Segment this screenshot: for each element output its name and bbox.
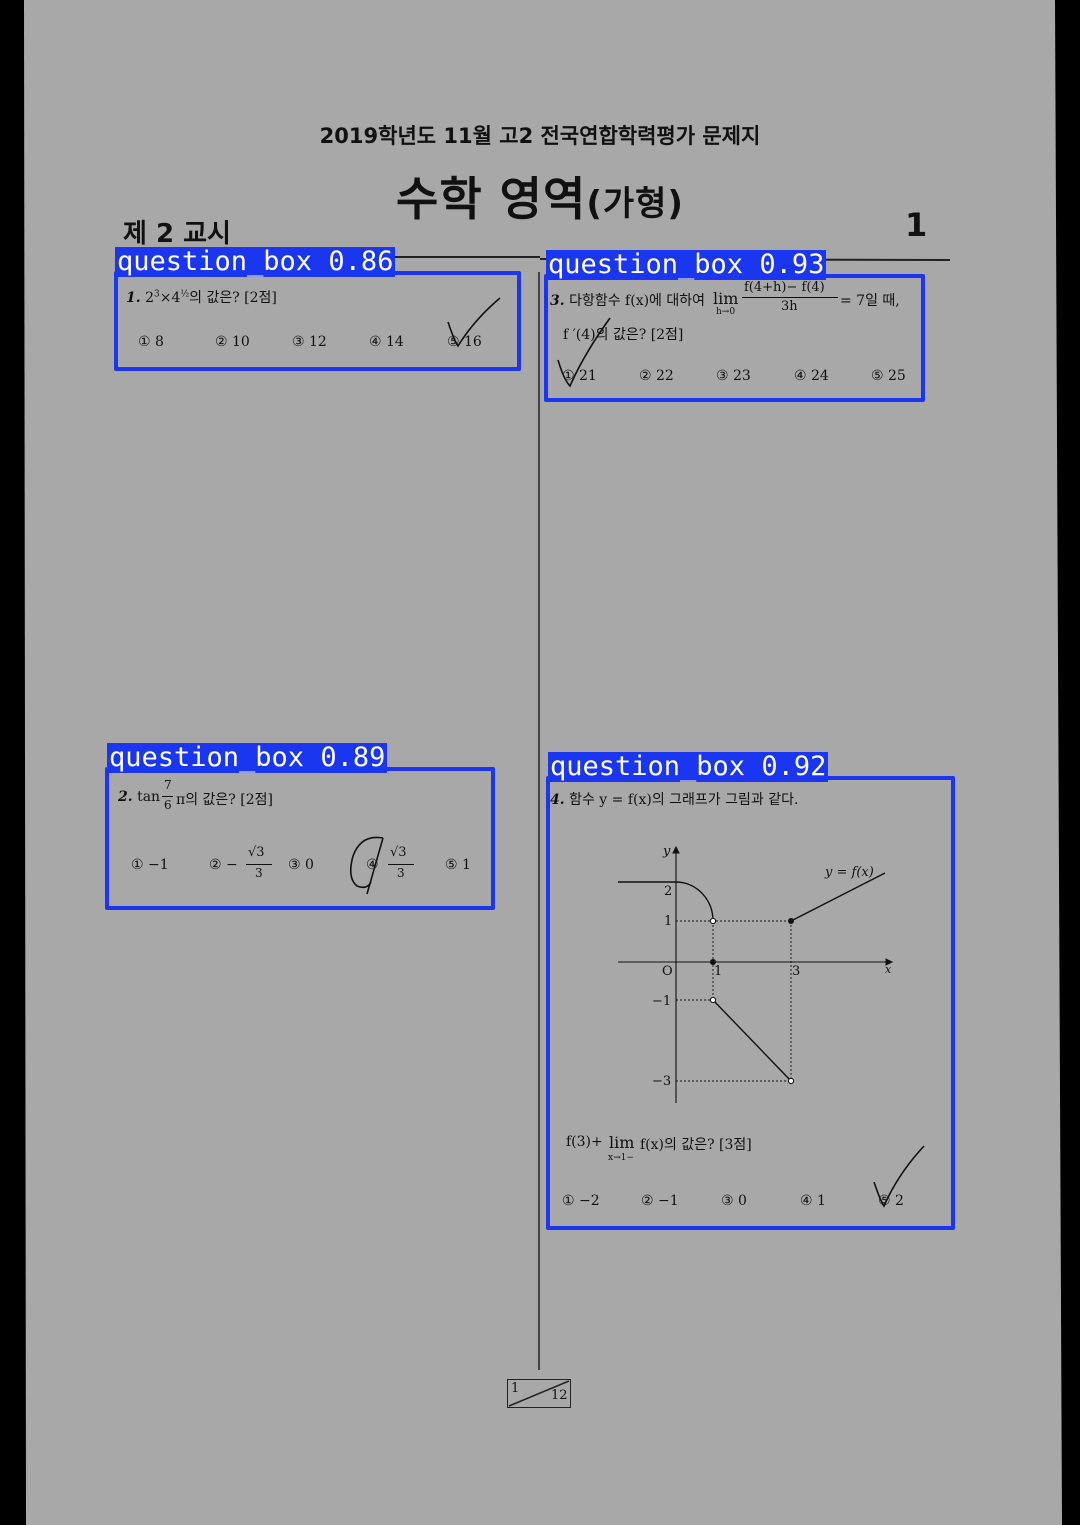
exam-period: 제 2 교시 [123,219,231,249]
detection-box-q4 [546,776,955,1230]
exam-title-suffix: (가형) [586,184,684,224]
footer-page-total: 12 [551,1388,568,1403]
detection-box-q1 [114,271,521,371]
exam-title-main: 수학 영역 [396,172,587,226]
detection-label-q3: question_box 0.93 [546,249,827,280]
detection-label-q4: question_box 0.92 [548,751,829,782]
exam-subtitle: 2019학년도 11월 고2 전국연합학력평가 문제지 [319,124,761,148]
detection-label-q1: question_box 0.86 [115,246,396,277]
page-number: 1 [905,206,928,244]
detection-label-q2: question_box 0.89 [107,742,388,773]
footer-page-current: 1 [511,1381,520,1396]
detection-box-q2 [105,767,495,910]
detection-box-q3 [544,274,925,402]
